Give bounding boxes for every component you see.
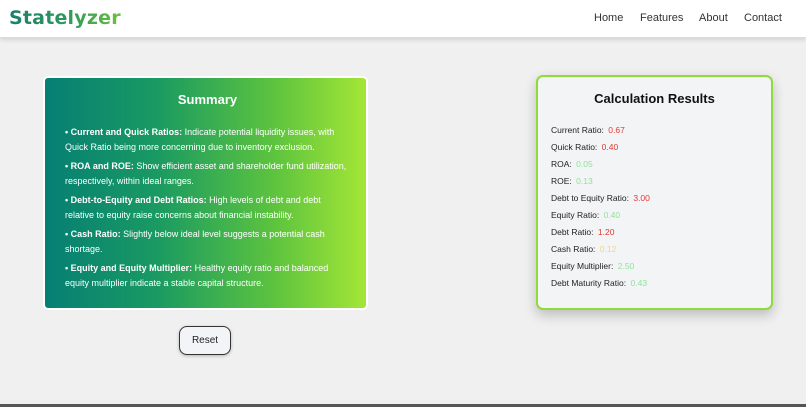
metric-label: Current Ratio: — [551, 125, 604, 135]
results-title: Calculation Results — [594, 91, 715, 106]
metric-value: 0.05 — [576, 159, 593, 169]
app-logo[interactable]: Statelyzer — [9, 7, 121, 29]
metric-value: 0.67 — [608, 125, 625, 135]
summary-item: • Current and Quick Ratios: Indicate pot… — [65, 125, 350, 155]
nav-link-about[interactable]: About — [699, 12, 728, 24]
summary-list: • Current and Quick Ratios: Indicate pot… — [65, 125, 350, 291]
summary-item-label: • Equity and Equity Multiplier: — [65, 263, 193, 273]
summary-item-label: • Cash Ratio: — [65, 229, 121, 239]
metric-current-ratio: Current Ratio: 0.67 — [551, 125, 771, 135]
metric-label: ROE: — [551, 176, 572, 186]
metric-label: Equity Multiplier: — [551, 261, 614, 271]
summary-item-label: • ROA and ROE: — [65, 161, 134, 171]
metric-cash-ratio: Cash Ratio: 0.12 — [551, 244, 771, 254]
metric-label: ROA: — [551, 159, 572, 169]
metric-label: Cash Ratio: — [551, 244, 596, 254]
metric-label: Debt to Equity Ratio: — [551, 193, 629, 203]
summary-item: • Cash Ratio: Slightly below ideal level… — [65, 227, 350, 257]
summary-item: • Debt-to-Equity and Debt Ratios: High l… — [65, 193, 350, 223]
metric-value: 0.40 — [601, 142, 619, 152]
metric-label: Debt Maturity Ratio: — [551, 278, 627, 288]
metric-roe: ROE: 0.13 — [551, 176, 771, 186]
metric-value: 0.43 — [630, 278, 648, 288]
metric-quick-ratio: Quick Ratio: 0.40 — [551, 142, 771, 152]
summary-item-label: • Current and Quick Ratios: — [65, 127, 183, 137]
top-navbar: Statelyzer Home Features About Contact — [0, 0, 806, 38]
summary-panel: Summary • Current and Quick Ratios: Indi… — [43, 76, 368, 310]
metric-value: 0.40 — [603, 210, 621, 220]
results-panel: Calculation Results Current Ratio: 0.67 … — [536, 75, 773, 310]
metric-label: Quick Ratio: — [551, 142, 598, 152]
metric-debt-to-equity: Debt to Equity Ratio: 3.00 — [551, 193, 771, 203]
metric-value: 0.13 — [576, 176, 593, 186]
metric-label: Equity Ratio: — [551, 210, 600, 220]
metric-debt-maturity: Debt Maturity Ratio: 0.43 — [551, 278, 771, 288]
summary-item-label: • Debt-to-Equity and Debt Ratios: — [65, 195, 207, 205]
metric-equity-multiplier: Equity Multiplier: 2.50 — [551, 261, 771, 271]
reset-button[interactable]: Reset — [179, 326, 231, 355]
metric-roa: ROA: 0.05 — [551, 159, 771, 169]
nav-link-contact[interactable]: Contact — [744, 12, 782, 24]
summary-title: Summary — [177, 92, 238, 107]
metric-value: 1.20 — [597, 227, 615, 237]
nav-link-home[interactable]: Home — [594, 12, 623, 24]
metric-debt-ratio: Debt Ratio: 1.20 — [551, 227, 771, 237]
metric-label: Debt Ratio: — [551, 227, 594, 237]
summary-item: • ROA and ROE: Show efficient asset and … — [65, 159, 350, 189]
summary-item: • Equity and Equity Multiplier: Healthy … — [65, 261, 350, 291]
nav-link-features[interactable]: Features — [640, 12, 683, 24]
metric-value: 0.12 — [599, 244, 617, 254]
metric-value: 3.00 — [633, 193, 650, 203]
metric-value: 2.50 — [617, 261, 635, 271]
metric-equity-ratio: Equity Ratio: 0.40 — [551, 210, 771, 220]
